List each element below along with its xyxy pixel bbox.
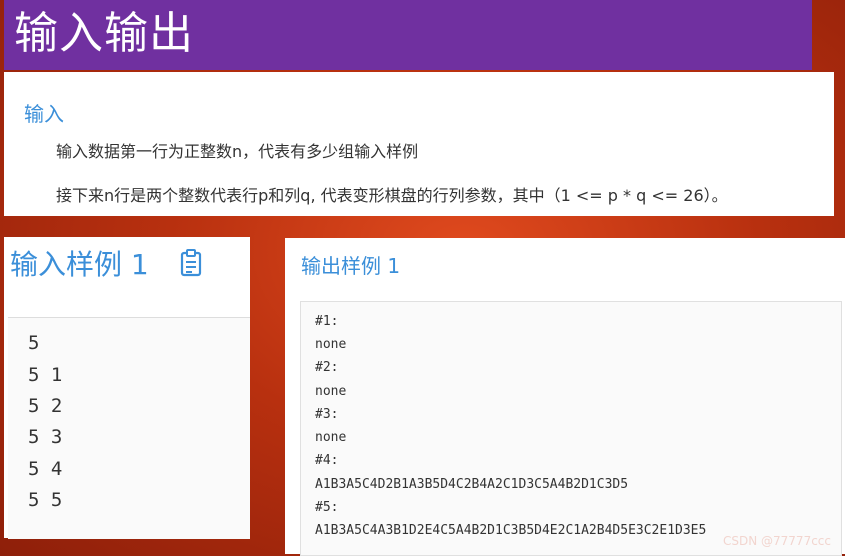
output-sample-line: #3: xyxy=(315,407,339,422)
output-sample-line: none xyxy=(315,337,347,352)
output-sample-line: none xyxy=(315,384,347,399)
output-sample-line: A1B3A5C4D2B1A3B5D4C2B4A2C1D3C5A4B2D1C3D5 xyxy=(315,477,629,492)
title-bar: 输入输出 xyxy=(4,0,812,70)
clipboard-icon[interactable] xyxy=(180,249,202,277)
output-sample-line: #2: xyxy=(315,360,339,375)
output-sample-line: #5: xyxy=(315,500,339,515)
input-sample-line: 5 2 xyxy=(28,395,63,417)
input-description-panel: 输入 输入数据第一行为正整数n，代表有多少组输入样例 接下来n行是两个整数代表行… xyxy=(4,72,834,216)
output-sample-line: #1: xyxy=(315,314,339,329)
input-description-line-1: 输入数据第一行为正整数n，代表有多少组输入样例 xyxy=(56,142,419,161)
page-title: 输入输出 xyxy=(14,8,194,59)
input-heading: 输入 xyxy=(24,102,64,126)
input-sample-line: 5 xyxy=(28,332,40,354)
output-sample-heading: 输出样例 1 xyxy=(301,254,401,278)
output-sample-panel: 输出样例 1 #1: none #2: none #3: none #4: A1… xyxy=(285,238,845,556)
input-sample-heading: 输入样例 1 xyxy=(10,248,149,281)
input-sample-box: 5 5 1 5 2 5 3 5 4 5 5 xyxy=(8,317,250,539)
input-sample-line: 5 3 xyxy=(28,426,63,448)
input-sample-line: 5 1 xyxy=(28,364,63,386)
watermark: CSDN @77777ccc xyxy=(723,534,831,548)
output-sample-line: none xyxy=(315,430,347,445)
output-sample-line: #4: xyxy=(315,453,339,468)
output-sample-box: #1: none #2: none #3: none #4: A1B3A5C4D… xyxy=(300,301,842,556)
output-sample-line: A1B3A5C4A3B1D2E4C5A4B2D1C3B5D4E2C1A2B4D5… xyxy=(315,523,707,538)
input-sample-line: 5 4 xyxy=(28,458,63,480)
input-sample-panel: 输入样例 1 5 5 1 5 2 5 3 5 4 5 5 xyxy=(4,237,250,539)
input-description-line-2: 接下来n行是两个整数代表行p和列q, 代表变形棋盘的行列参数，其中（1 <= p… xyxy=(56,186,728,205)
input-sample-line: 5 5 xyxy=(28,489,63,511)
